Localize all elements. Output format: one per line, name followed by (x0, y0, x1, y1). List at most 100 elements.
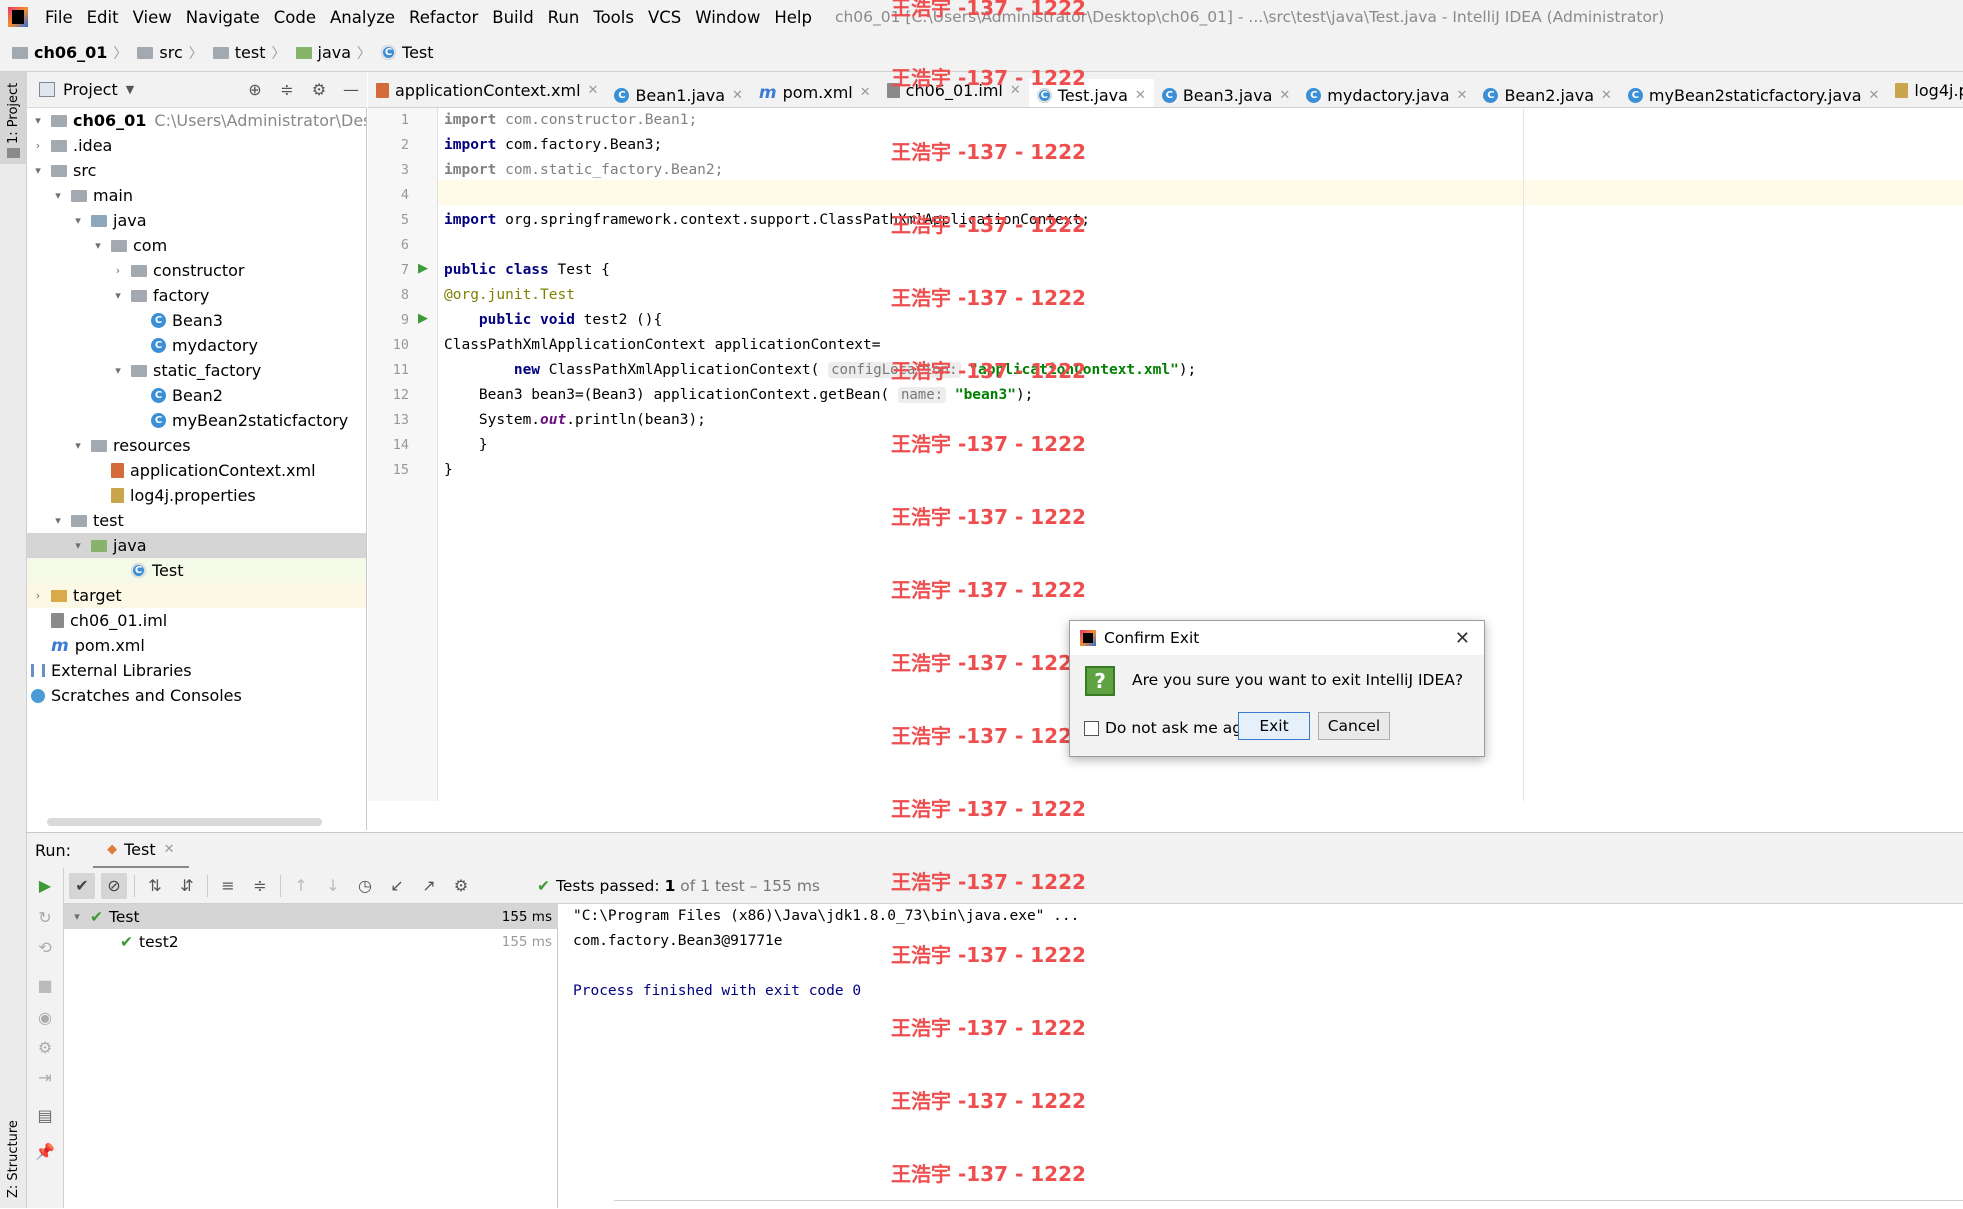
breadcrumb-item-test[interactable]: test 〉 (212, 43, 292, 63)
close-icon[interactable]: ✕ (1457, 88, 1468, 103)
menu-analyze[interactable]: Analyze (323, 8, 402, 27)
tree-item-scratches[interactable]: Scratches and Consoles (31, 683, 242, 708)
locate-icon[interactable]: ⊕ (242, 77, 268, 103)
settings-icon[interactable]: ⚙ (32, 1034, 58, 1060)
close-icon[interactable]: ✕ (1279, 88, 1290, 103)
tree-item-factory[interactable]: ▾ factory (111, 283, 209, 308)
menu-navigate[interactable]: Navigate (179, 8, 267, 27)
rerun-icon[interactable]: ▶ (32, 872, 58, 898)
tree-item-main-java[interactable]: ▾ java (71, 208, 146, 233)
breadcrumb-item-project[interactable]: ch06_01 〉 (12, 43, 133, 63)
collapse-all-icon[interactable]: ≑ (247, 873, 273, 899)
test-row-test[interactable]: ▾ ✔ Test 155 ms (64, 904, 558, 929)
menu-file[interactable]: File (38, 8, 80, 27)
test-history-icon[interactable]: ◷ (352, 873, 378, 899)
tree-item-mybean2staticfactory[interactable]: CmyBean2staticfactory (151, 408, 348, 433)
export-tests-icon[interactable]: ↗ (416, 873, 442, 899)
tree-item-test[interactable]: ▾ test (51, 508, 124, 533)
run-tab-test[interactable]: ◆ Test ✕ (93, 833, 189, 869)
menu-vcs[interactable]: VCS (641, 8, 688, 27)
breadcrumb-item-test-class[interactable]: C Test (381, 43, 434, 62)
tree-item-project-root[interactable]: ▾ch06_01 C:\Users\Administrator\Desktop\… (31, 108, 366, 133)
menu-edit[interactable]: Edit (80, 8, 126, 27)
tab-mydactory[interactable]: Cmydactory.java ✕ (1298, 77, 1475, 107)
toggle-auto-test-icon[interactable]: ⟲ (32, 934, 58, 960)
breadcrumb-item-java[interactable]: java 〉 (295, 43, 378, 63)
close-icon[interactable]: ✕ (1869, 88, 1880, 103)
tree-item-resources[interactable]: ▾ resources (71, 433, 190, 458)
camera-icon[interactable]: ◉ (32, 1004, 58, 1030)
tree-item-mydactory[interactable]: Cmydactory (151, 333, 258, 358)
tree-item-pom[interactable]: m pom.xml (51, 633, 145, 658)
pin-icon[interactable]: 📌 (32, 1138, 58, 1164)
layout-icon[interactable]: ▤ (32, 1102, 58, 1128)
close-icon[interactable]: ✕ (1455, 628, 1470, 649)
cancel-button[interactable]: Cancel (1318, 712, 1390, 740)
tree-item-static-factory[interactable]: ▾ static_factory (111, 358, 261, 383)
run-test-gutter-icon[interactable]: ▶ (418, 311, 428, 326)
project-tool-button[interactable]: 1: Project (0, 72, 27, 164)
tree-item-external-libraries[interactable]: External Libraries (31, 658, 192, 683)
sort-alphabetically-icon[interactable]: ⇅ (142, 873, 168, 899)
show-ignored-icon[interactable]: ⊘ (101, 872, 127, 899)
close-icon[interactable]: ✕ (588, 83, 599, 98)
tab-mybean2staticfactory[interactable]: CmyBean2staticfactory.java ✕ (1620, 77, 1888, 107)
console-output[interactable]: "C:\Program Files (x86)\Java\jdk1.8.0_73… (559, 904, 1963, 1208)
editor-gutter[interactable]: 1 2 3 4 5 6 7 8 9 10 11 12 13 14 15 ▶ ▶ (368, 108, 438, 801)
previous-failed-icon[interactable]: ↑ (288, 873, 314, 899)
checkbox-box[interactable] (1084, 720, 1099, 736)
tab-applicationcontext-xml[interactable]: applicationContext.xml ✕ (368, 72, 606, 107)
menu-run[interactable]: Run (541, 8, 587, 27)
close-icon[interactable]: ✕ (1135, 88, 1146, 103)
tab-bean3[interactable]: C Bean3.java ✕ (1154, 77, 1298, 107)
exit-icon[interactable]: ⇥ (32, 1064, 58, 1090)
sort-by-duration-icon[interactable]: ⇵ (174, 873, 200, 899)
run-test-gutter-icon[interactable]: ▶ (418, 261, 428, 276)
tree-item-idea[interactable]: › .idea (31, 133, 113, 158)
tab-bean1[interactable]: C Bean1.java ✕ (606, 77, 750, 107)
tree-item-log4j-properties[interactable]: log4j.properties (111, 483, 256, 508)
menu-code[interactable]: Code (267, 8, 323, 27)
tree-item-main[interactable]: ▾ main (51, 183, 133, 208)
horizontal-scrollbar[interactable] (47, 818, 322, 826)
exit-button[interactable]: Exit (1238, 712, 1310, 740)
test-row-test2[interactable]: ✔ test2 155 ms (64, 929, 558, 954)
breadcrumb-item-src[interactable]: src 〉 (137, 43, 208, 63)
tree-item-test-java[interactable]: ▾ java (27, 533, 366, 558)
tab-bean2[interactable]: C Bean2.java ✕ (1475, 77, 1619, 107)
structure-tool-button[interactable]: Z: Structure (0, 1098, 27, 1208)
menu-window[interactable]: Window (688, 8, 767, 27)
tree-item-iml[interactable]: ch06_01.iml (51, 608, 167, 633)
rerun-failed-icon[interactable]: ↻ (32, 904, 58, 930)
show-passed-icon[interactable]: ✔ (69, 872, 95, 899)
tree-item-test-class[interactable]: C Test (27, 558, 366, 583)
collapse-all-icon[interactable]: ≑ (274, 77, 300, 103)
tree-item-target[interactable]: › target (27, 583, 366, 608)
stop-icon[interactable]: ■ (32, 972, 58, 998)
tree-item-com[interactable]: ▾ com (91, 233, 167, 258)
menu-build[interactable]: Build (485, 8, 540, 27)
tree-item-constructor[interactable]: › constructor (111, 258, 245, 283)
import-tests-icon[interactable]: ↙ (384, 873, 410, 899)
menu-refactor[interactable]: Refactor (402, 8, 485, 27)
tree-item-applicationcontext-xml[interactable]: applicationContext.xml (111, 458, 316, 483)
menu-tools[interactable]: Tools (586, 8, 641, 27)
gear-icon[interactable]: ⚙ (448, 873, 474, 899)
expand-all-icon[interactable]: ≡ (215, 873, 241, 899)
menu-view[interactable]: View (126, 8, 179, 27)
chevron-down-icon[interactable]: ▼ (126, 83, 134, 96)
tree-item-bean3[interactable]: C Bean3 (151, 308, 223, 333)
tree-item-bean2[interactable]: C Bean2 (151, 383, 223, 408)
close-icon[interactable]: ✕ (1601, 88, 1612, 103)
tree-item-src[interactable]: ▾ src (31, 158, 96, 183)
tab-pom[interactable]: m pom.xml ✕ (751, 75, 879, 108)
tab-log4j-properties[interactable]: log4j.properties (1887, 72, 1963, 107)
next-failed-icon[interactable]: ↓ (320, 873, 346, 899)
gear-icon[interactable]: ⚙ (306, 77, 332, 103)
project-view-selector[interactable]: Project (63, 80, 118, 99)
menu-help[interactable]: Help (767, 8, 819, 27)
minimize-icon[interactable]: — (338, 77, 364, 103)
close-icon[interactable]: ✕ (860, 85, 871, 100)
close-icon[interactable]: ✕ (732, 88, 743, 103)
close-icon[interactable]: ✕ (164, 842, 175, 857)
